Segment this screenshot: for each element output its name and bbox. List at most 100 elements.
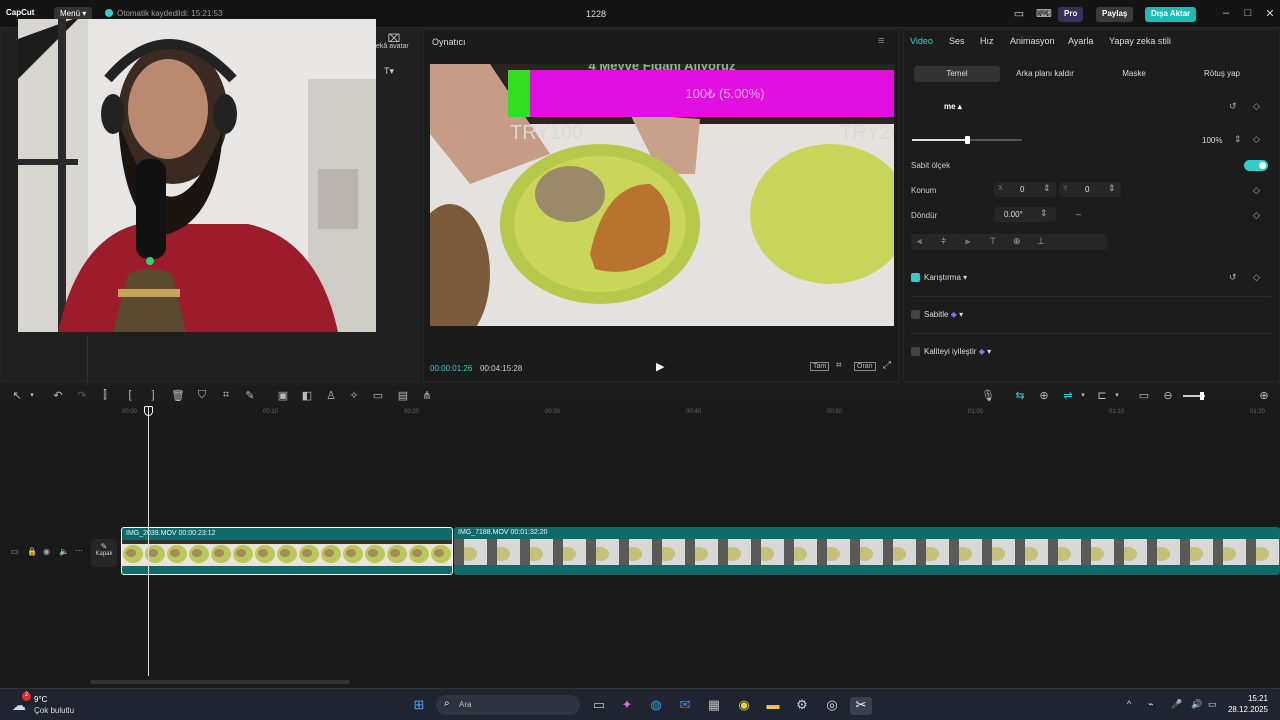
task-view-icon[interactable]: ▭ [588,697,610,715]
enhance-section[interactable]: Kaliteyi iyileştir ◆ ▾ [924,347,991,356]
layout-icon[interactable]: ▭ [1012,7,1026,20]
obs-icon[interactable]: ◎ [821,697,843,715]
ratio-button[interactable]: Oran [854,362,876,371]
scale-keyframe-icon[interactable]: ◇ [1253,134,1260,145]
close-icon[interactable]: ✕ [1263,7,1277,20]
subtab-basic[interactable]: Temel [914,66,1000,82]
tab-audio[interactable]: Ses [949,36,965,46]
align-hcenter-icon[interactable]: ⫩ [941,236,946,247]
edge-icon[interactable]: ◍ [645,697,667,715]
more-tools-icon[interactable]: ⋔ [420,389,434,402]
position-y-field[interactable]: Y 0 ⇕ [1059,182,1121,197]
section-transform-title[interactable]: me ▴ [944,102,962,111]
align-top-icon[interactable]: ⊤ [989,236,997,247]
rotate-stepper-icon[interactable]: ⇕ [1040,208,1048,219]
tab-ai-style[interactable]: Yapay zeka stili [1109,36,1171,46]
snap-icon[interactable]: ⊕ [1037,389,1051,402]
blend-section[interactable]: Karıştırma ▾ [924,273,967,282]
split-icon[interactable]: ⫿ [98,389,112,402]
time-ruler[interactable]: 00:00 00:10 00:20 00:30 00:40 00:50 01:00 01:10… [0,406,1280,420]
maximize-icon[interactable]: □ [1241,7,1255,19]
export-frame-icon[interactable]: ▤ [396,389,410,402]
microphone-icon[interactable]: 🎙 [981,389,995,402]
windows-start-icon[interactable]: ⊞ [408,697,430,715]
delete-icon[interactable]: 🗑 [171,389,185,402]
filter-button[interactable]: T▾ [384,66,394,77]
enhance-checkbox[interactable] [911,347,920,356]
pos-x-stepper-icon[interactable]: ⇕ [1043,183,1051,194]
trim-left-icon[interactable]: [ [123,389,137,401]
volume-icon[interactable]: 🔊 [1191,699,1202,710]
reset-icon[interactable]: ↺ [1229,101,1237,112]
capcut-taskbar-icon[interactable]: ✂ [850,697,872,715]
shield-icon[interactable]: ⛉ [195,389,209,402]
crop-icon[interactable]: ⌗ [836,360,842,371]
subtab-mask[interactable]: Maske [1094,66,1174,82]
redo-icon[interactable]: ↷ [75,389,89,402]
image-icon[interactable]: ▣ [276,389,290,402]
player-menu-icon[interactable]: ≡ [878,35,884,47]
zoom-slider[interactable] [1183,392,1205,400]
copilot-icon[interactable]: ✦ [616,697,638,715]
minimize-icon[interactable]: – [1219,7,1233,19]
taskbar-search[interactable]: ⌕ Ara [436,695,580,715]
preview-dropdown-icon[interactable]: ▾ [1110,391,1124,399]
zoom-out-icon[interactable]: ⊖ [1161,389,1175,402]
network-icon[interactable]: ⌁ [1148,699,1153,710]
position-keyframe-icon[interactable]: ◇ [1253,185,1260,196]
subtab-retouch[interactable]: Rötuş yap [1182,66,1262,82]
align-left-icon[interactable]: ⫷ [917,236,922,247]
figure-icon[interactable]: ♙ [324,389,338,402]
play-icon[interactable]: ▶ [656,360,664,373]
store-icon[interactable]: ▦ [703,697,725,715]
select-tool-icon[interactable]: ↖ [10,389,24,402]
tab-video[interactable]: Video [910,36,933,46]
captions-icon[interactable]: ▭ [1137,389,1151,402]
more-icon[interactable]: ⋯ [75,546,83,555]
lock-icon[interactable]: 🔒 [27,547,37,556]
zoom-slider-knob[interactable] [1200,392,1204,400]
scale-slider-track[interactable] [912,136,1022,144]
scale-slider-knob[interactable] [965,136,970,144]
stabilize-section[interactable]: Sabitle ◆ ▾ [924,310,963,319]
link-icon[interactable]: ⇆ [1013,389,1027,402]
subtab-remove-bg[interactable]: Arka planı kaldır [1004,66,1086,82]
video-preview[interactable]: 4 Meyve Fidanı Alıyoruz 100₺ (5.00%) TRY… [430,64,894,326]
draw-icon[interactable]: ✎ [243,389,257,402]
clock-date[interactable]: 28.12.2025 [1222,705,1268,714]
keyframe-icon[interactable]: ◇ [1253,101,1260,112]
track-thumbnail-icon[interactable]: ▭ [11,547,19,556]
speaker-icon[interactable]: 🔈 [59,547,69,556]
rotate-dial-icon[interactable]: – [1076,209,1081,219]
steam-icon[interactable]: ⚙ [791,697,813,715]
horizontal-scrollbar[interactable] [90,680,350,684]
pos-y-stepper-icon[interactable]: ⇕ [1108,183,1116,194]
timeline-area[interactable]: 00:00 00:10 00:20 00:30 00:40 00:50 01:00 01:10… [0,406,1280,688]
align-vcenter-icon[interactable]: ⊕ [1013,236,1021,247]
export-button[interactable]: Dışa Aktar [1145,7,1197,22]
share-button[interactable]: Paylaş [1096,7,1134,22]
video-clip-2[interactable]: IMG_7188.MOV 00:01:32:20 [454,527,1280,575]
crop-icon[interactable]: ⌗ [219,389,233,402]
chrome-icon[interactable]: ◉ [733,697,755,715]
battery-icon[interactable]: ▭ [1208,699,1217,710]
frame-icon[interactable]: ▭ [371,389,385,402]
full-quality-button[interactable]: Tam [810,362,830,371]
tray-chevron-icon[interactable]: ^ [1127,699,1131,709]
mirror-icon[interactable]: ◧ [300,389,314,402]
undo-icon[interactable]: ↶ [51,389,65,402]
clock-time[interactable]: 15:21 [1228,694,1268,703]
trim-right-icon[interactable]: ] [146,389,160,401]
blend-checkbox[interactable] [911,273,920,282]
mic-tray-icon[interactable]: 🎤 [1171,699,1182,710]
tab-speed[interactable]: Hız [980,36,994,46]
zoom-in-icon[interactable]: ⊕ [1257,389,1271,402]
eye-icon[interactable]: ◉ [43,547,50,556]
rotate-keyframe-icon[interactable]: ◇ [1253,210,1260,221]
rotate-field[interactable]: 0.00° ⇕ [994,207,1056,222]
scale-stepper-icon[interactable]: ⇕ [1234,134,1242,145]
blend-reset-icon[interactable]: ↺ [1229,272,1237,283]
scale-value[interactable]: 100% [1202,136,1222,145]
tab-adjust[interactable]: Ayarla [1068,36,1093,46]
cover-button[interactable]: ✎ Kapak [91,539,117,567]
